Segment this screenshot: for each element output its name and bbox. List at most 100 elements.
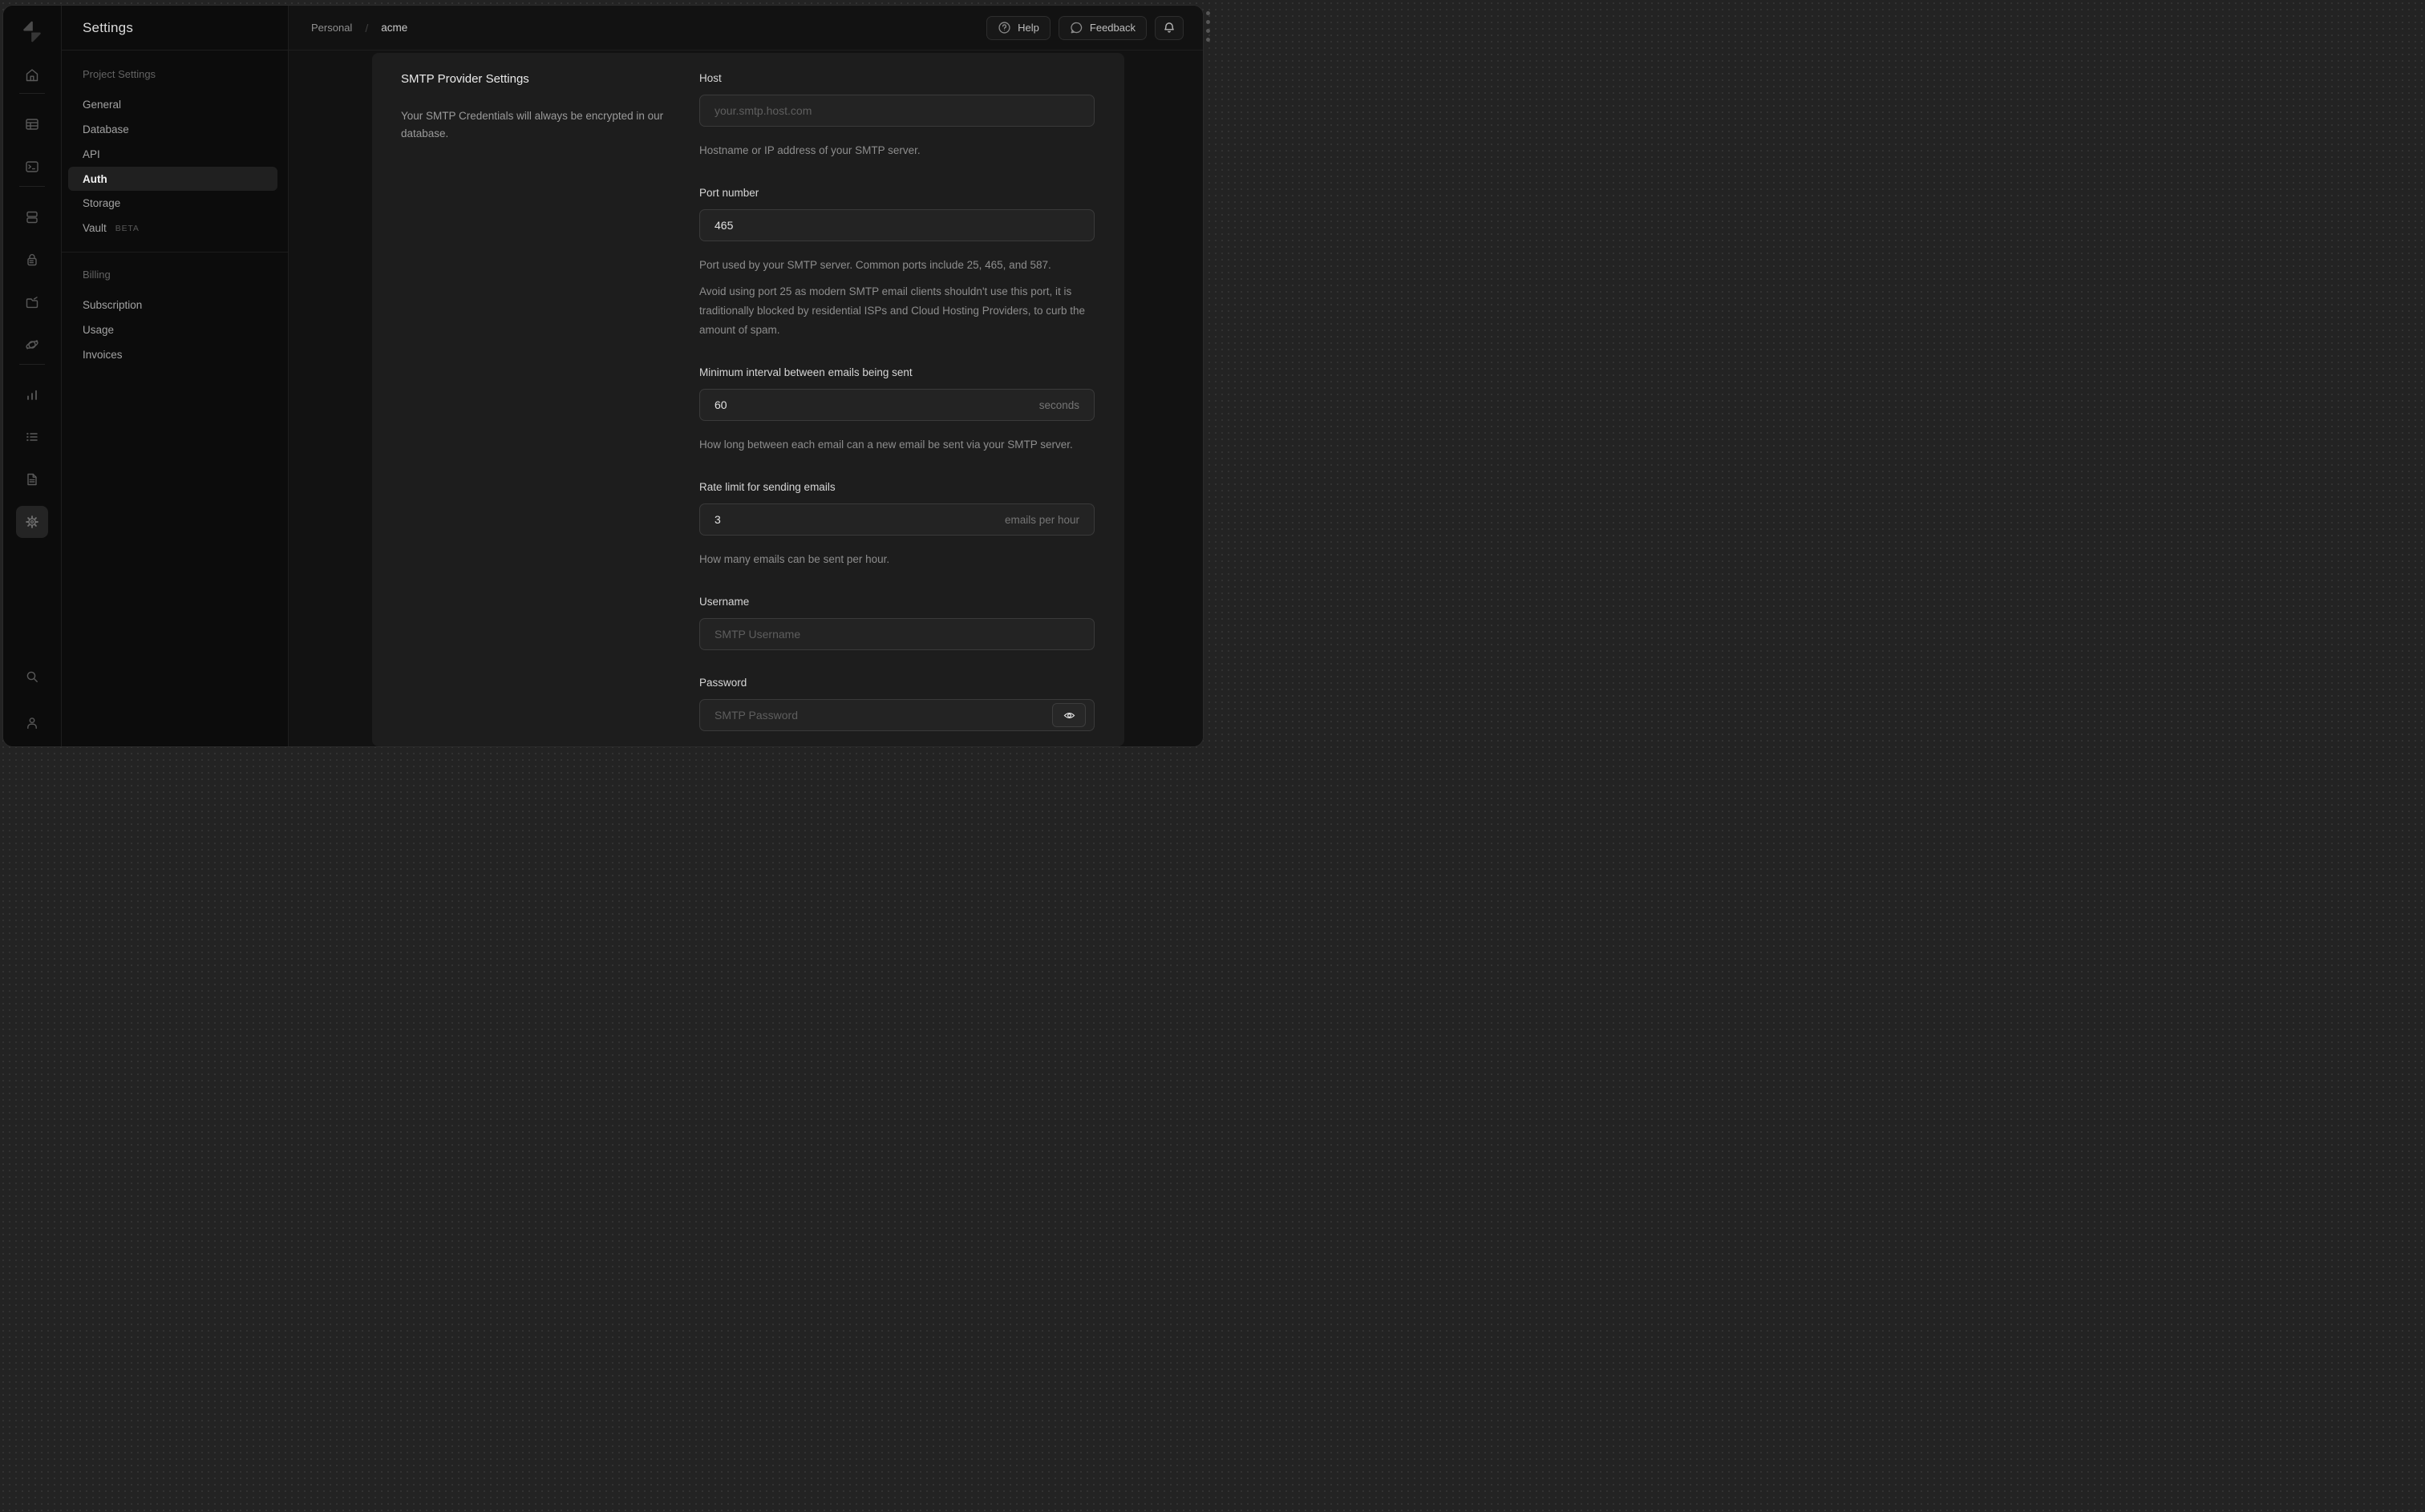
- rail-item-database[interactable]: [16, 201, 48, 233]
- sidebar-item-invoices[interactable]: Invoices: [62, 342, 288, 367]
- breadcrumb-org[interactable]: Personal: [311, 22, 352, 34]
- beta-badge: BETA: [115, 223, 140, 233]
- rate-field: Rate limit for sending emails emails per…: [699, 481, 1095, 569]
- password-visibility-button[interactable]: [1052, 703, 1086, 727]
- feedback-button[interactable]: Feedback: [1058, 15, 1147, 40]
- rail-item-storage[interactable]: [16, 286, 48, 318]
- username-label: Username: [699, 596, 750, 608]
- table-editor-icon: [24, 116, 40, 132]
- rail-item-auth[interactable]: [16, 244, 48, 276]
- host-input[interactable]: [715, 104, 1086, 117]
- password-label: Password: [699, 677, 747, 689]
- smtp-form: Host Hostname or IP address of your SMTP…: [699, 72, 1095, 746]
- rate-label: Rate limit for sending emails: [699, 481, 836, 493]
- storage-icon: [24, 294, 40, 310]
- content-area: SMTP Provider Settings Your SMTP Credent…: [289, 51, 1203, 746]
- sidebar-item-usage[interactable]: Usage: [62, 317, 288, 342]
- host-input-box: [699, 95, 1095, 127]
- host-label: Host: [699, 72, 722, 84]
- icon-rail: [3, 6, 62, 746]
- notifications-button[interactable]: [1155, 15, 1184, 40]
- app-window: Settings Project Settings General Databa…: [2, 5, 1204, 747]
- rail-item-reports[interactable]: [16, 378, 48, 410]
- window-scrollbar-dots[interactable]: [1206, 11, 1210, 46]
- rail-item-sql-editor[interactable]: [16, 151, 48, 183]
- sidebar-item-storage[interactable]: Storage: [62, 191, 288, 216]
- password-input[interactable]: [715, 709, 1052, 722]
- rail-divider: [19, 186, 45, 187]
- eye-icon: [1063, 709, 1076, 722]
- lock-icon: [24, 252, 40, 268]
- rail-item-logs[interactable]: [16, 421, 48, 453]
- interval-suffix: seconds: [1038, 398, 1079, 411]
- username-field: Username: [699, 596, 1095, 650]
- port-input[interactable]: [715, 219, 1086, 232]
- breadcrumb-separator: /: [365, 21, 369, 34]
- interval-input-box: seconds: [699, 389, 1095, 421]
- list-icon: [24, 429, 40, 445]
- chat-bubble-icon: [1070, 21, 1083, 34]
- rail-divider: [19, 364, 45, 365]
- host-field: Host Hostname or IP address of your SMTP…: [699, 72, 1095, 160]
- panel-title: SMTP Provider Settings: [401, 72, 529, 86]
- bell-icon: [1162, 21, 1176, 35]
- rail-item-table-editor[interactable]: [16, 108, 48, 140]
- username-input-box: [699, 618, 1095, 650]
- rail-item-home[interactable]: [16, 59, 48, 91]
- user-icon: [24, 715, 40, 731]
- rail-divider: [19, 93, 45, 94]
- sql-editor-icon: [24, 159, 40, 175]
- page-title: Settings: [83, 19, 134, 35]
- port-label: Port number: [699, 187, 759, 199]
- settings-sidebar: Settings Project Settings General Databa…: [62, 6, 289, 746]
- sidebar-divider: [62, 252, 288, 253]
- rail-item-search[interactable]: [16, 661, 48, 693]
- help-button[interactable]: Help: [986, 15, 1051, 40]
- interval-input[interactable]: [715, 398, 1030, 411]
- main-area: Personal / acme Help Feedback SMTP Provi…: [289, 6, 1203, 746]
- username-input[interactable]: [715, 628, 1086, 641]
- sidebar-item-database[interactable]: Database: [62, 117, 288, 142]
- help-circle-icon: [998, 21, 1011, 34]
- smtp-settings-panel: SMTP Provider Settings Your SMTP Credent…: [372, 53, 1124, 746]
- rail-item-edge-functions[interactable]: [16, 329, 48, 361]
- gear-icon: [24, 514, 40, 530]
- interval-label: Minimum interval between emails being se…: [699, 366, 913, 378]
- home-icon: [24, 67, 40, 83]
- password-field: Password: [699, 677, 1095, 731]
- port-helper-1: Port used by your SMTP server. Common po…: [699, 259, 1051, 271]
- sidebar-item-general[interactable]: General: [62, 92, 288, 117]
- rate-input-box: emails per hour: [699, 503, 1095, 536]
- sidebar-body: Project Settings General Database API Au…: [62, 51, 288, 367]
- port-field: Port number Port used by your SMTP serve…: [699, 187, 1095, 340]
- search-icon: [24, 669, 40, 685]
- interval-field: Minimum interval between emails being se…: [699, 366, 1095, 455]
- rate-suffix: emails per hour: [1004, 513, 1079, 526]
- interval-helper: How long between each email can a new em…: [699, 439, 1073, 451]
- panel-description: Your SMTP Credentials will always be enc…: [401, 110, 664, 139]
- sidebar-item-auth[interactable]: Auth: [68, 167, 277, 191]
- host-helper: Hostname or IP address of your SMTP serv…: [699, 144, 921, 156]
- panel-intro: SMTP Provider Settings Your SMTP Credent…: [401, 72, 699, 746]
- rail-item-profile[interactable]: [16, 707, 48, 739]
- password-input-box: [699, 699, 1095, 731]
- breadcrumb-project[interactable]: acme: [381, 22, 407, 34]
- topbar-actions: Help Feedback: [986, 15, 1184, 40]
- supabase-logo-icon[interactable]: [22, 21, 43, 42]
- topbar: Personal / acme Help Feedback: [289, 6, 1203, 51]
- rate-input[interactable]: [715, 513, 995, 526]
- edge-functions-icon: [24, 340, 40, 350]
- rail-item-settings[interactable]: [16, 506, 48, 538]
- sidebar-item-vault[interactable]: Vault BETA: [62, 216, 288, 241]
- database-icon: [24, 209, 40, 225]
- rail-item-docs[interactable]: [16, 463, 48, 495]
- sidebar-item-api[interactable]: API: [62, 142, 288, 167]
- port-helper-2: Avoid using port 25 as modern SMTP email…: [699, 285, 1086, 336]
- sidebar-item-subscription[interactable]: Subscription: [62, 293, 288, 317]
- bar-chart-icon: [24, 386, 40, 402]
- port-input-box: [699, 209, 1095, 241]
- rate-helper: How many emails can be sent per hour.: [699, 553, 890, 565]
- sidebar-header: Settings: [62, 6, 288, 51]
- section-label-project-settings: Project Settings: [83, 68, 156, 80]
- file-text-icon: [24, 471, 40, 487]
